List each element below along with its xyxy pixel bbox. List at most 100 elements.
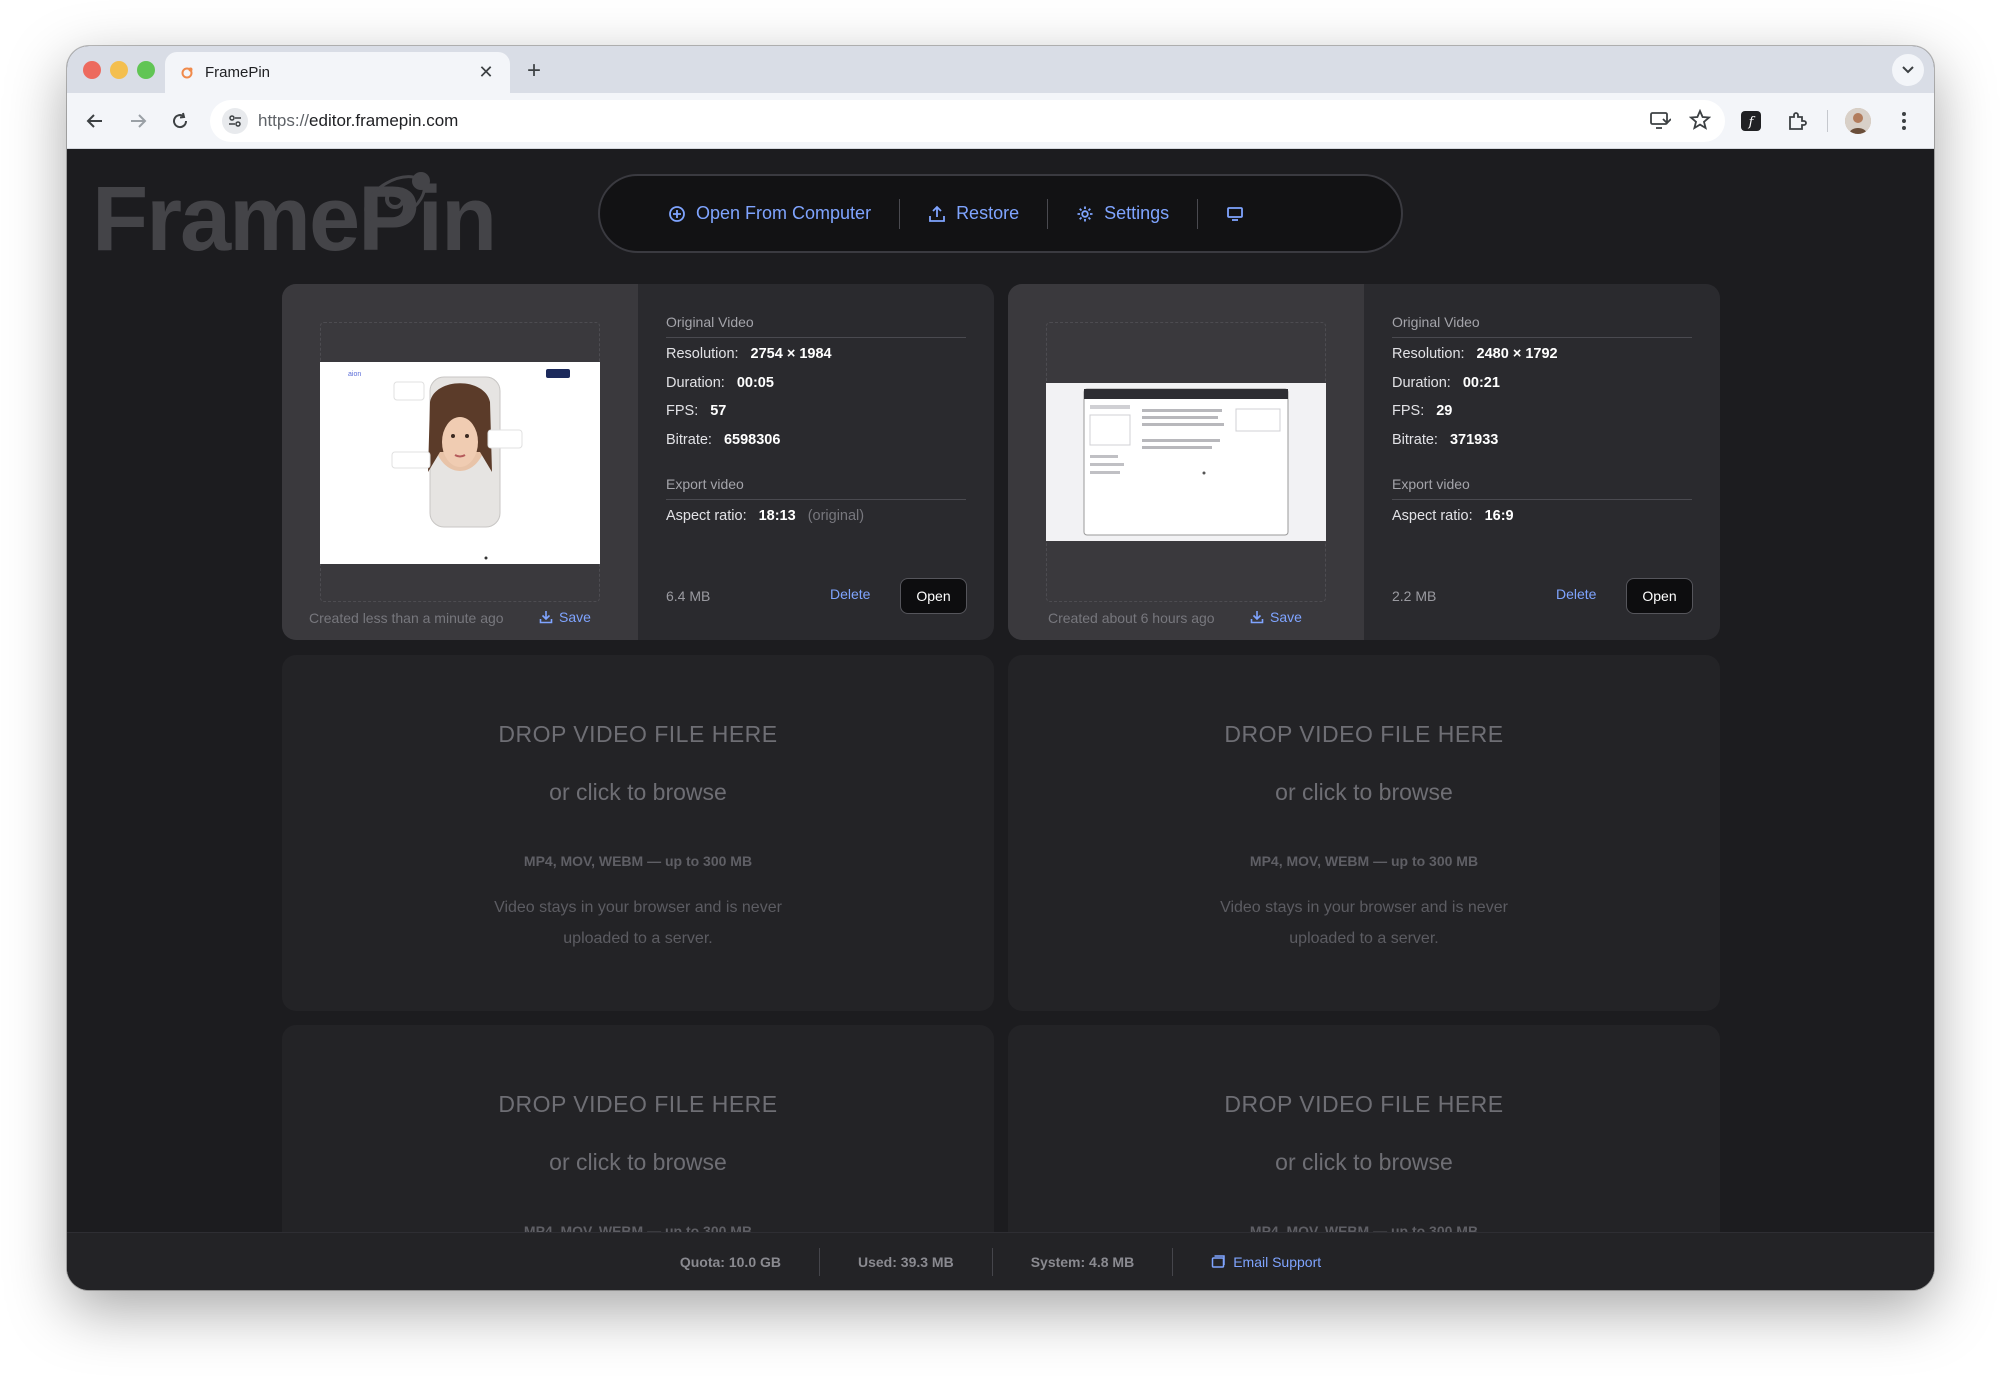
created-timestamp: Created about 6 hours ago [1048,610,1215,626]
duration-label: Duration: [1392,374,1451,391]
forward-button[interactable] [122,105,154,137]
drop-title: DROP VIDEO FILE HERE [1224,721,1504,747]
drop-title: DROP VIDEO FILE HERE [498,1091,778,1117]
aspect-ratio-value: 18:13 [758,508,796,524]
browser-window: FramePin ✕ + https://editor.framepin.com [67,46,1934,1290]
status-footer: Quota: 10.0 GB Used: 39.3 MB System: 4.8… [67,1232,1934,1290]
gear-icon [1077,206,1093,221]
video-card-1: aion Created less than a minute ago Save… [282,284,994,640]
tab-framepin[interactable]: FramePin ✕ [165,52,510,93]
duration-label: Duration: [666,374,725,391]
new-tab-button[interactable]: + [517,54,551,88]
maximize-window-button[interactable] [137,61,155,79]
drop-title: DROP VIDEO FILE HERE [1224,1091,1504,1117]
video-thumbnail-area[interactable]: aion Created less than a minute ago Save [282,284,638,640]
file-size: 2.2 MB [1392,588,1437,604]
fps-value: 29 [1436,403,1453,419]
browser-menu-icon[interactable] [1888,105,1920,137]
created-timestamp: Created less than a minute ago [309,610,504,626]
resolution-row: Resolution: 2754 × 1984 [666,346,966,375]
toolbar-divider [1827,110,1828,132]
resolution-label: Resolution: [666,346,739,362]
drop-formats: MP4, MOV, WEBM — up to 300 MB [1249,853,1479,869]
email-support-link[interactable]: Email Support [1173,1254,1359,1270]
restore-label: Restore [956,203,1020,223]
resolution-value: 2480 × 1792 [1476,346,1558,362]
save-button[interactable]: Save [1250,609,1302,625]
tab-title: FramePin [205,64,271,81]
export-video-heading: Export video [1392,476,1692,500]
save-label: Save [559,609,591,625]
drop-privacy-note: Video stays in your browser and is never… [1220,899,1508,947]
minimize-window-button[interactable] [110,61,128,79]
fps-label: FPS: [1392,403,1425,419]
app-page: FramePin Open From Computer Restore Sett… [67,149,1934,1290]
video-info: Original Video Resolution: 2754 × 1984 Du… [666,314,966,537]
save-button[interactable]: Save [539,609,591,625]
drop-formats: MP4, MOV, WEBM — up to 300 MB [523,853,753,869]
drop-privacy-note: Video stays in your browser and is never… [494,899,782,947]
fps-row: FPS: 29 [1392,403,1692,432]
bookmark-star-icon[interactable] [1688,108,1712,136]
aspect-ratio-value: 16:9 [1484,508,1514,524]
arrow-right-icon [131,114,147,128]
address-bar[interactable]: https://editor.framepin.com [210,100,1725,142]
fps-value: 57 [710,403,727,419]
video-card-2: Created about 6 hours ago Save Original … [1008,284,1720,640]
quota-text: Quota: 10.0 GB [679,1253,781,1270]
restore-button[interactable]: Restore [900,203,1047,224]
arrow-left-icon [86,114,102,128]
mail-icon [1211,1254,1225,1268]
duration-value: 00:21 [1462,374,1500,391]
video-thumbnail-area[interactable]: Created about 6 hours ago Save [1008,284,1364,640]
monitor-icon [1227,206,1244,221]
original-video-heading: Original Video [1392,314,1692,338]
reload-button[interactable] [164,105,196,137]
video-thumbnail[interactable] [1046,383,1326,541]
aspect-ratio-row[interactable]: Aspect ratio: 18:13 (original) [666,508,966,537]
close-window-button[interactable] [83,61,101,79]
save-label: Save [1270,609,1302,625]
url-scheme: https:// [258,111,310,130]
export-video-heading: Export video [666,476,966,500]
fps-label: FPS: [666,403,699,419]
settings-button[interactable]: Settings [1048,203,1197,224]
aspect-ratio-row[interactable]: Aspect ratio: 16:9 [1392,508,1692,537]
delete-button[interactable]: Delete [830,586,870,602]
delete-button[interactable]: Delete [1556,586,1596,602]
original-video-heading: Original Video [666,314,966,338]
tab-search-button[interactable] [1892,54,1924,86]
video-info: Original Video Resolution: 2480 × 1792 Du… [1392,314,1692,537]
back-button[interactable] [79,105,111,137]
extensions-puzzle-icon[interactable] [1781,105,1813,137]
install-app-icon[interactable] [1649,109,1672,136]
tab-close-icon[interactable]: ✕ [476,62,496,83]
reload-icon [173,112,188,129]
drop-zone[interactable]: DROP VIDEO FILE HERE or click to browse … [1008,655,1720,1011]
bitrate-value: 6598306 [723,431,781,448]
aspect-ratio-label: Aspect ratio: [666,508,747,524]
open-button[interactable]: Open [900,578,967,614]
settings-label: Settings [1104,203,1170,223]
browser-toolbar: https://editor.framepin.com f [67,93,1934,149]
extension-fx-icon[interactable]: f [1735,105,1767,137]
chevron-down-icon [1902,66,1914,74]
open-from-computer-button[interactable]: Open From Computer [640,203,899,224]
drop-title: DROP VIDEO FILE HERE [498,721,778,747]
profile-avatar[interactable] [1842,105,1874,137]
used-text: Used: 39.3 MB [858,1253,954,1270]
drop-zone[interactable]: DROP VIDEO FILE HERE or click to browse … [282,655,994,1011]
plus-circle-icon [669,205,685,222]
file-size: 6.4 MB [666,588,711,604]
site-info-icon[interactable] [222,108,248,134]
resolution-row: Resolution: 2480 × 1792 [1392,346,1692,375]
display-mode-button[interactable] [1198,205,1272,223]
drop-subtitle: or click to browse [1275,1149,1453,1175]
avatar-icon [1845,108,1871,134]
download-icon [539,611,553,624]
bitrate-row: Bitrate: 6598306 [666,432,966,461]
url-host: editor.framepin.com [309,111,459,130]
open-button[interactable]: Open [1626,578,1693,614]
bitrate-value: 371933 [1449,431,1499,448]
video-thumbnail[interactable]: aion [320,362,600,564]
